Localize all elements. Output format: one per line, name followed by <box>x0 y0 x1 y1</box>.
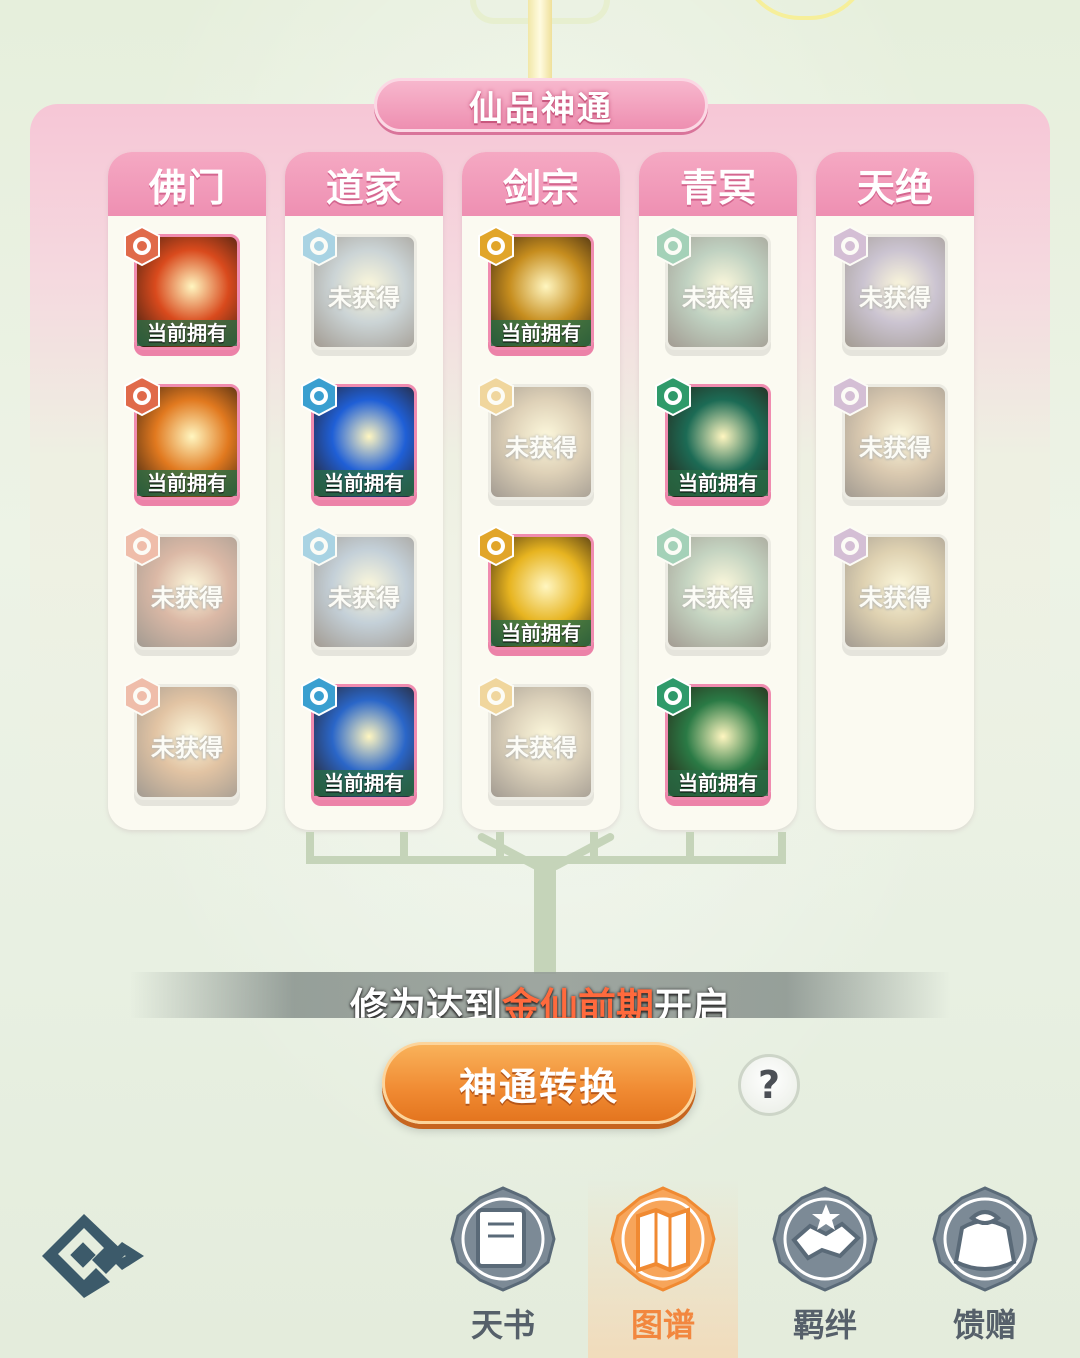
sect-emblem-icon <box>301 526 337 566</box>
nav-tab[interactable]: 图谱 <box>588 1178 738 1358</box>
map-icon <box>610 1186 716 1292</box>
sect-header: 青冥 <box>639 152 797 216</box>
skill-card[interactable]: 当前拥有 <box>655 676 771 806</box>
sect-column: 天绝 未获得 未获得 未获得 <box>816 152 974 830</box>
skill-card[interactable]: 未获得 <box>478 376 594 506</box>
skill-card[interactable]: 当前拥有 <box>655 376 771 506</box>
sect-emblem-icon <box>124 376 160 416</box>
tree-trunk <box>534 864 556 974</box>
skill-card[interactable]: 未获得 <box>655 526 771 656</box>
book-icon <box>450 1186 556 1292</box>
skill-card[interactable]: 未获得 <box>478 676 594 806</box>
nav-tab[interactable]: 天书 <box>428 1178 578 1358</box>
handshake-icon <box>772 1186 878 1292</box>
locked-label: 未获得 <box>328 584 400 612</box>
sect-header: 剑宗 <box>462 152 620 216</box>
locked-label: 未获得 <box>328 284 400 312</box>
locked-label: 未获得 <box>859 284 931 312</box>
sect-emblem-icon <box>478 676 514 716</box>
owned-label: 当前拥有 <box>137 320 237 346</box>
sect-header: 道家 <box>285 152 443 216</box>
unlock-realm-highlight: 金仙前期 <box>501 985 654 1018</box>
skill-card[interactable]: 未获得 <box>124 526 240 656</box>
gift-bag-icon <box>932 1186 1038 1292</box>
sect-emblem-icon <box>832 376 868 416</box>
skill-card[interactable]: 当前拥有 <box>124 226 240 356</box>
skill-convert-button[interactable]: 神通转换 <box>382 1042 696 1124</box>
skill-card[interactable]: 当前拥有 <box>478 526 594 656</box>
unlock-banner: 修为达到金仙前期开启 <box>130 972 950 1018</box>
locked-label: 未获得 <box>505 434 577 462</box>
skill-card[interactable]: 当前拥有 <box>301 676 417 806</box>
skill-card[interactable]: 未获得 <box>124 676 240 806</box>
skill-card[interactable]: 当前拥有 <box>301 376 417 506</box>
locked-label: 未获得 <box>859 434 931 462</box>
owned-label: 当前拥有 <box>668 470 768 496</box>
skill-card[interactable]: 当前拥有 <box>124 376 240 506</box>
help-button[interactable]: ? <box>738 1054 800 1116</box>
owned-label: 当前拥有 <box>668 770 768 796</box>
owned-label: 当前拥有 <box>137 470 237 496</box>
sect-emblem-icon <box>655 676 691 716</box>
sect-emblem-icon <box>301 376 337 416</box>
sect-emblem-icon <box>478 526 514 566</box>
sect-column: 道家 未获得 当前拥有 未获得 当前拥有 <box>285 152 443 830</box>
sect-emblem-icon <box>478 226 514 266</box>
sect-emblem-icon <box>655 376 691 416</box>
locked-label: 未获得 <box>151 584 223 612</box>
nav-tab-label: 馈赠 <box>952 1306 1017 1344</box>
skill-card[interactable]: 未获得 <box>832 226 948 356</box>
locked-label: 未获得 <box>151 734 223 762</box>
owned-label: 当前拥有 <box>491 320 591 346</box>
sect-emblem-icon <box>655 526 691 566</box>
nav-tab-label: 图谱 <box>630 1306 695 1344</box>
tree-trunk-decoration <box>528 0 552 90</box>
owned-label: 当前拥有 <box>314 470 414 496</box>
sect-emblem-icon <box>124 676 160 716</box>
skill-card[interactable]: 未获得 <box>301 226 417 356</box>
sect-column: 佛门 当前拥有 当前拥有 未获得 未获得 <box>108 152 266 830</box>
panel-title: 仙品神通 <box>374 78 708 132</box>
sect-header: 天绝 <box>816 152 974 216</box>
sect-emblem-icon <box>124 226 160 266</box>
locked-label: 未获得 <box>682 284 754 312</box>
tree-connector <box>306 856 786 864</box>
sect-emblem-icon <box>655 226 691 266</box>
sect-emblem-icon <box>832 526 868 566</box>
locked-label: 未获得 <box>505 734 577 762</box>
owned-label: 当前拥有 <box>491 620 591 646</box>
skill-card[interactable]: 未获得 <box>301 526 417 656</box>
nav-tab-label: 天书 <box>470 1306 535 1344</box>
nav-tab[interactable]: 羁绊 <box>750 1178 900 1358</box>
skill-card[interactable]: 未获得 <box>832 526 948 656</box>
sect-emblem-icon <box>301 676 337 716</box>
nav-tab-label: 羁绊 <box>792 1306 857 1344</box>
menu-logo-icon[interactable] <box>34 1206 150 1306</box>
unlock-text-prefix: 修为达到 <box>349 985 502 1018</box>
sect-header: 佛门 <box>108 152 266 216</box>
skill-card[interactable]: 未获得 <box>655 226 771 356</box>
sect-emblem-icon <box>832 226 868 266</box>
sect-column: 剑宗 当前拥有 未获得 当前拥有 未获得 <box>462 152 620 830</box>
sect-column: 青冥 未获得 当前拥有 未获得 当前拥有 <box>639 152 797 830</box>
skill-card[interactable]: 未获得 <box>832 376 948 506</box>
locked-label: 未获得 <box>682 584 754 612</box>
owned-label: 当前拥有 <box>314 770 414 796</box>
sect-emblem-icon <box>478 376 514 416</box>
sect-emblem-icon <box>124 526 160 566</box>
unlock-text: 修为达到金仙前期开启 <box>130 976 950 1018</box>
locked-label: 未获得 <box>859 584 931 612</box>
skill-card[interactable]: 当前拥有 <box>478 226 594 356</box>
nav-tab[interactable]: 馈赠 <box>910 1178 1060 1358</box>
unlock-text-suffix: 开启 <box>654 985 731 1018</box>
sect-emblem-icon <box>301 226 337 266</box>
